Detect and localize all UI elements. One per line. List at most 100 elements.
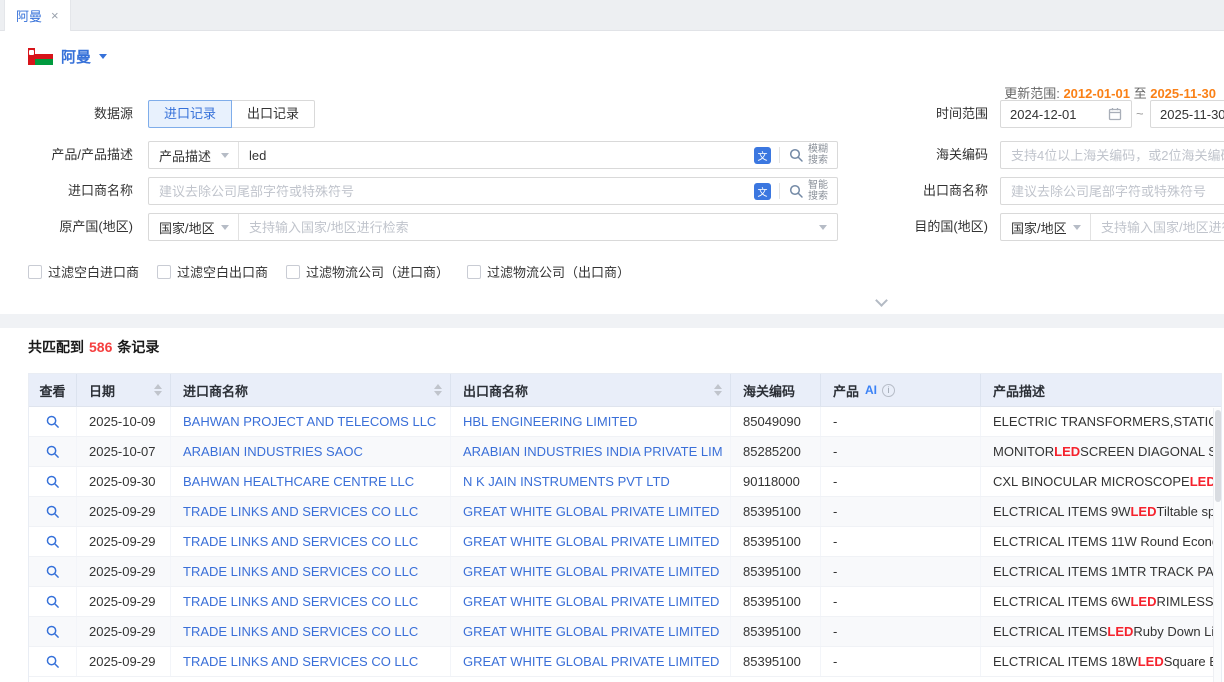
- destination-label: 目的国(地区): [856, 213, 988, 241]
- checkbox-icon[interactable]: [467, 265, 481, 279]
- importer-cell: ARABIAN INDUSTRIES SAOC: [171, 437, 451, 466]
- hs-code-cell: 85395100: [731, 617, 821, 646]
- fuzzy-search-button[interactable]: 模糊搜索: [788, 144, 830, 166]
- exporter-link[interactable]: GREAT WHITE GLOBAL PRIVATE LIMITED: [463, 654, 719, 669]
- importer-cell: TRADE LINKS AND SERVICES CO LLC: [171, 527, 451, 556]
- checkbox-filter-logistics-importer[interactable]: 过滤物流公司（进口商）: [286, 262, 449, 281]
- view-cell: [29, 407, 77, 436]
- checkbox-icon[interactable]: [28, 265, 42, 279]
- view-search-icon[interactable]: [41, 650, 65, 674]
- importer-link[interactable]: TRADE LINKS AND SERVICES CO LLC: [183, 654, 418, 669]
- description-cell: ELCTRICAL ITEMS 18W LED Square E...: [981, 647, 1221, 676]
- tab-export-records[interactable]: 出口记录: [231, 100, 315, 128]
- product-cell: -: [821, 407, 981, 436]
- browser-tab-bar: 阿曼 ×: [0, 0, 1224, 31]
- checkbox-filter-blank-exporter[interactable]: 过滤空白出口商: [157, 262, 268, 281]
- tab-import-records[interactable]: 进口记录: [148, 100, 232, 128]
- translate-icon[interactable]: 文: [754, 147, 771, 164]
- exporter-link[interactable]: GREAT WHITE GLOBAL PRIVATE LIMITED: [463, 564, 719, 579]
- header-importer[interactable]: 进口商名称: [171, 374, 451, 406]
- tab-close-icon[interactable]: ×: [51, 9, 59, 22]
- table-row: 2025-09-29 TRADE LINKS AND SERVICES CO L…: [29, 497, 1221, 527]
- importer-label: 进口商名称: [0, 177, 133, 205]
- origin-type-select[interactable]: 国家/地区: [149, 214, 239, 240]
- view-search-icon[interactable]: [41, 470, 65, 494]
- exporter-link[interactable]: HBL ENGINEERING LIMITED: [463, 414, 637, 429]
- view-search-icon[interactable]: [41, 590, 65, 614]
- product-cell: -: [821, 527, 981, 556]
- date-cell: 2025-09-29: [77, 557, 171, 586]
- origin-input[interactable]: [239, 214, 819, 240]
- importer-link[interactable]: TRADE LINKS AND SERVICES CO LLC: [183, 534, 418, 549]
- importer-cell: TRADE LINKS AND SERVICES CO LLC: [171, 587, 451, 616]
- date-cell: 2025-09-29: [77, 497, 171, 526]
- product-input[interactable]: [239, 142, 747, 168]
- importer-link[interactable]: TRADE LINKS AND SERVICES CO LLC: [183, 624, 418, 639]
- destination-input[interactable]: [1091, 214, 1224, 240]
- description-cell: MONITOR LED SCREEN DIAGONAL S...: [981, 437, 1221, 466]
- sort-icon: [428, 384, 442, 396]
- hs-code-cell: 85395100: [731, 587, 821, 616]
- view-cell: [29, 497, 77, 526]
- oman-flag-icon: [28, 48, 53, 65]
- date-start-input[interactable]: 2024-12-01: [1000, 100, 1132, 128]
- date-cell: 2025-09-29: [77, 647, 171, 676]
- date-end-input[interactable]: 2025-11-30: [1150, 100, 1224, 128]
- importer-link[interactable]: BAHWAN HEALTHCARE CENTRE LLC: [183, 474, 414, 489]
- checkbox-icon[interactable]: [157, 265, 171, 279]
- header-date[interactable]: 日期: [77, 374, 171, 406]
- sort-icon: [708, 384, 722, 396]
- product-label: 产品/产品描述: [0, 141, 133, 169]
- view-search-icon[interactable]: [41, 410, 65, 434]
- view-search-icon[interactable]: [41, 560, 65, 584]
- smart-search-button[interactable]: 智能搜索: [788, 180, 830, 202]
- exporter-link[interactable]: ARABIAN INDUSTRIES INDIA PRIVATE LIMIT..…: [463, 444, 722, 459]
- date-cell: 2025-10-09: [77, 407, 171, 436]
- view-search-icon[interactable]: [41, 530, 65, 554]
- view-search-icon[interactable]: [41, 620, 65, 644]
- magnifier-icon: [788, 147, 804, 163]
- tab-title: 阿曼: [16, 6, 42, 25]
- hs-code-cell: 85395100: [731, 527, 821, 556]
- importer-link[interactable]: TRADE LINKS AND SERVICES CO LLC: [183, 594, 418, 609]
- magnifier-icon: [788, 183, 804, 199]
- results-table: 查看 日期 进口商名称 出口商名称 海关编码 产品 AI i 产品描述: [28, 373, 1222, 682]
- match-count: 586: [89, 339, 112, 355]
- header-exporter[interactable]: 出口商名称: [451, 374, 731, 406]
- importer-cell: BAHWAN HEALTHCARE CENTRE LLC: [171, 467, 451, 496]
- exporter-link[interactable]: GREAT WHITE GLOBAL PRIVATE LIMITED: [463, 594, 719, 609]
- page-tab-oman[interactable]: 阿曼 ×: [4, 0, 71, 31]
- hs-code-input[interactable]: [1001, 142, 1224, 168]
- importer-input[interactable]: [149, 178, 747, 204]
- importer-link[interactable]: TRADE LINKS AND SERVICES CO LLC: [183, 564, 418, 579]
- checkbox-filter-blank-importer[interactable]: 过滤空白进口商: [28, 262, 139, 281]
- view-cell: [29, 527, 77, 556]
- exporter-cell: ARABIAN INDUSTRIES INDIA PRIVATE LIMIT..…: [451, 437, 731, 466]
- exporter-input[interactable]: [1001, 178, 1224, 204]
- product-cell: -: [821, 617, 981, 646]
- checkbox-icon[interactable]: [286, 265, 300, 279]
- importer-link[interactable]: ARABIAN INDUSTRIES SAOC: [183, 444, 363, 459]
- exporter-link[interactable]: GREAT WHITE GLOBAL PRIVATE LIMITED: [463, 504, 719, 519]
- translate-icon[interactable]: 文: [754, 183, 771, 200]
- exporter-link[interactable]: GREAT WHITE GLOBAL PRIVATE LIMITED: [463, 624, 719, 639]
- product-cell: -: [821, 497, 981, 526]
- importer-search-group: 文 智能搜索: [148, 177, 838, 205]
- exporter-link[interactable]: N K JAIN INSTRUMENTS PVT LTD: [463, 474, 670, 489]
- table-row: 2025-09-30 BAHWAN HEALTHCARE CENTRE LLC …: [29, 467, 1221, 497]
- checkbox-filter-logistics-exporter[interactable]: 过滤物流公司（出口商）: [467, 262, 630, 281]
- exporter-link[interactable]: GREAT WHITE GLOBAL PRIVATE LIMITED: [463, 534, 719, 549]
- product-type-select[interactable]: 产品描述: [149, 142, 239, 168]
- view-search-icon[interactable]: [41, 440, 65, 464]
- scrollbar-thumb[interactable]: [1215, 410, 1221, 502]
- info-icon[interactable]: i: [882, 384, 895, 397]
- view-search-icon[interactable]: [41, 500, 65, 524]
- country-selector[interactable]: 阿曼: [28, 46, 107, 67]
- country-name: 阿曼: [61, 46, 91, 67]
- importer-link[interactable]: TRADE LINKS AND SERVICES CO LLC: [183, 504, 418, 519]
- collapse-form-button[interactable]: [860, 294, 902, 312]
- destination-type-select[interactable]: 国家/地区: [1001, 214, 1091, 240]
- product-cell: -: [821, 647, 981, 676]
- importer-link[interactable]: BAHWAN PROJECT AND TELECOMS LLC: [183, 414, 436, 429]
- header-view: 查看: [29, 374, 77, 406]
